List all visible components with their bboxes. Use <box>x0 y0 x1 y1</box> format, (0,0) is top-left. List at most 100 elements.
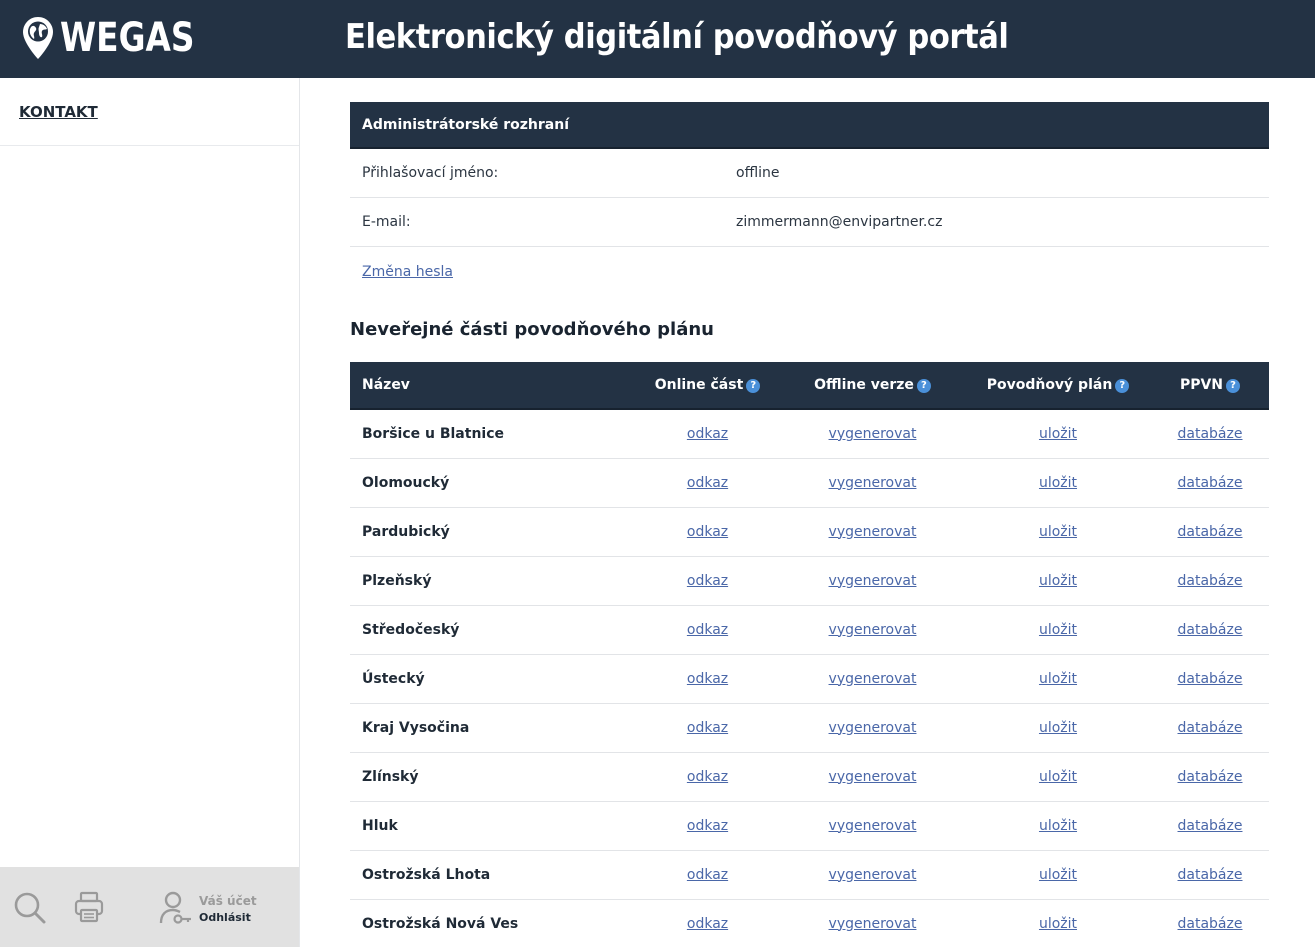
search-icon[interactable] <box>13 891 47 925</box>
sidebar-item-kontakt[interactable]: KONTAKT <box>19 103 98 121</box>
col-header-plan: Povodňový plán? <box>965 362 1151 410</box>
logo[interactable]: WEGAS <box>22 14 224 62</box>
plan-save-link[interactable]: uložit <box>1039 426 1077 442</box>
offline-generate-link[interactable]: vygenerovat <box>829 426 917 442</box>
online-link[interactable]: odkaz <box>687 524 728 540</box>
sidebar-footer: Váš účet Odhlásit <box>0 867 299 947</box>
login-label: Přihlašovací jméno: <box>362 165 499 181</box>
online-link[interactable]: odkaz <box>687 622 728 638</box>
account-label[interactable]: Váš účet <box>199 894 257 908</box>
site-header: WEGAS Elektronický digitální povodňový p… <box>0 0 1315 78</box>
help-icon[interactable]: ? <box>1115 379 1130 393</box>
cell-online: odkaz <box>635 752 780 801</box>
plan-save-link[interactable]: uložit <box>1039 818 1077 834</box>
user-key-icon[interactable] <box>159 891 193 925</box>
cell-offline: vygenerovat <box>780 458 965 507</box>
plan-save-link[interactable]: uložit <box>1039 720 1077 736</box>
cell-ppvn: databáze <box>1151 752 1269 801</box>
online-link[interactable]: odkaz <box>687 720 728 736</box>
offline-generate-link[interactable]: vygenerovat <box>829 524 917 540</box>
ppvn-database-link[interactable]: databáze <box>1178 426 1243 442</box>
email-row: E-mail: zimmermann@envipartner.cz <box>350 198 1269 247</box>
col-header-plan-label: Povodňový plán <box>986 377 1113 393</box>
online-link[interactable]: odkaz <box>687 426 728 442</box>
offline-generate-link[interactable]: vygenerovat <box>829 622 917 638</box>
ppvn-database-link[interactable]: databáze <box>1178 671 1243 687</box>
cell-ppvn: databáze <box>1151 850 1269 899</box>
plan-save-link[interactable]: uložit <box>1039 916 1077 932</box>
col-header-name: Název <box>350 362 635 410</box>
online-link[interactable]: odkaz <box>687 916 728 932</box>
row-name: Středočeský <box>362 621 460 638</box>
offline-generate-link[interactable]: vygenerovat <box>829 818 917 834</box>
row-name: Boršice u Blatnice <box>362 425 505 442</box>
cell-plan: uložit <box>965 654 1151 703</box>
cell-offline: vygenerovat <box>780 507 965 556</box>
sidebar: KONTAKT Váš účet Odhlásit <box>0 78 300 947</box>
ppvn-database-link[interactable]: databáze <box>1178 524 1243 540</box>
ppvn-database-link[interactable]: databáze <box>1178 867 1243 883</box>
offline-generate-link[interactable]: vygenerovat <box>829 475 917 491</box>
row-name: Ostrožská Nová Ves <box>362 915 519 932</box>
section-title: Neveřejné části povodňového plánu <box>350 319 714 340</box>
offline-generate-link[interactable]: vygenerovat <box>829 720 917 736</box>
globe-pin-icon <box>23 17 53 59</box>
online-link[interactable]: odkaz <box>687 818 728 834</box>
printer-icon[interactable] <box>74 891 104 923</box>
ppvn-database-link[interactable]: databáze <box>1178 720 1243 736</box>
help-icon[interactable]: ? <box>1226 379 1241 393</box>
cell-offline: vygenerovat <box>780 409 965 458</box>
ppvn-database-link[interactable]: databáze <box>1178 622 1243 638</box>
cell-offline: vygenerovat <box>780 654 965 703</box>
plan-save-link[interactable]: uložit <box>1039 769 1077 785</box>
ppvn-database-link[interactable]: databáze <box>1178 475 1243 491</box>
cell-plan: uložit <box>965 899 1151 947</box>
col-header-offline-label: Offline verze <box>814 377 914 393</box>
ppvn-database-link[interactable]: databáze <box>1178 818 1243 834</box>
change-password-row: Změna hesla <box>350 247 1269 296</box>
main-content: Administrátorské rozhraní Přihlašovací j… <box>350 102 1269 947</box>
table-header-row: Název Online část? Offline verze? Povodň… <box>350 362 1269 410</box>
help-icon[interactable]: ? <box>916 379 931 393</box>
plan-save-link[interactable]: uložit <box>1039 622 1077 638</box>
offline-generate-link[interactable]: vygenerovat <box>829 671 917 687</box>
table-row: Kraj Vysočina odkaz vygenerovat uložit datab… <box>350 703 1269 752</box>
row-name: Zlínský <box>362 768 419 785</box>
plan-save-link[interactable]: uložit <box>1039 475 1077 491</box>
col-header-ppvn-label: PPVN <box>1179 377 1224 393</box>
online-link[interactable]: odkaz <box>687 867 728 883</box>
change-password-link[interactable]: Změna hesla <box>362 264 453 280</box>
table-body: Boršice u Blatnice odkaz vygenerovat uložit… <box>350 409 1269 947</box>
online-link[interactable]: odkaz <box>687 671 728 687</box>
row-name: Olomoucký <box>362 474 450 491</box>
online-link[interactable]: odkaz <box>687 573 728 589</box>
col-header-ppvn: PPVN? <box>1151 362 1269 410</box>
logo-text: WEGAS <box>60 15 195 61</box>
online-link[interactable]: odkaz <box>687 769 728 785</box>
plan-save-link[interactable]: uložit <box>1039 524 1077 540</box>
offline-generate-link[interactable]: vygenerovat <box>829 867 917 883</box>
cell-online: odkaz <box>635 556 780 605</box>
cell-online: odkaz <box>635 507 780 556</box>
cell-offline: vygenerovat <box>780 850 965 899</box>
cell-online: odkaz <box>635 850 780 899</box>
ppvn-database-link[interactable]: databáze <box>1178 573 1243 589</box>
help-icon[interactable]: ? <box>746 379 761 393</box>
offline-generate-link[interactable]: vygenerovat <box>829 916 917 932</box>
plan-save-link[interactable]: uložit <box>1039 867 1077 883</box>
table-row: Ostrožská Lhota odkaz vygenerovat uložit dat… <box>350 850 1269 899</box>
online-link[interactable]: odkaz <box>687 475 728 491</box>
table-row: Plzeňský odkaz vygenerovat uložit databáze <box>350 556 1269 605</box>
ppvn-database-link[interactable]: databáze <box>1178 769 1243 785</box>
table-row: Boršice u Blatnice odkaz vygenerovat uložit… <box>350 409 1269 458</box>
plan-save-link[interactable]: uložit <box>1039 671 1077 687</box>
row-name: Plzeňský <box>362 572 432 589</box>
offline-generate-link[interactable]: vygenerovat <box>829 573 917 589</box>
cell-online: odkaz <box>635 458 780 507</box>
offline-generate-link[interactable]: vygenerovat <box>829 769 917 785</box>
cell-offline: vygenerovat <box>780 752 965 801</box>
cell-ppvn: databáze <box>1151 556 1269 605</box>
ppvn-database-link[interactable]: databáze <box>1178 916 1243 932</box>
plan-save-link[interactable]: uložit <box>1039 573 1077 589</box>
logout-link[interactable]: Odhlásit <box>199 911 251 924</box>
